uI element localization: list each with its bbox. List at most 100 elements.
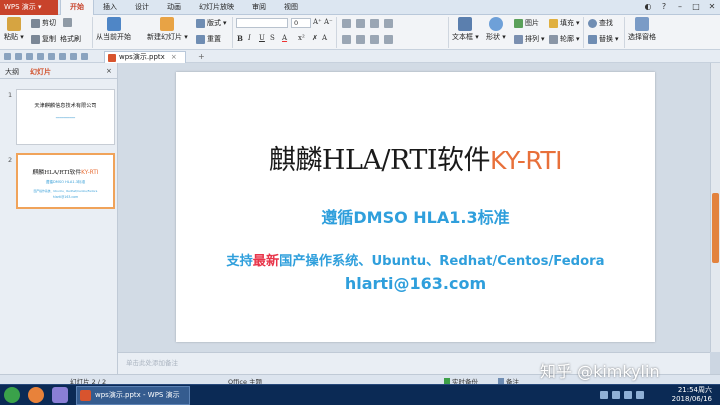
replace-button[interactable]: 替换 ▾: [588, 34, 619, 44]
start-menu-icon[interactable]: [4, 387, 20, 403]
volume-icon[interactable]: [612, 391, 620, 399]
fill-button[interactable]: 填充 ▾: [549, 18, 580, 28]
arrange-button[interactable]: 排列 ▾: [514, 34, 545, 44]
fill-icon: [549, 18, 558, 28]
open-icon[interactable]: [26, 53, 33, 60]
taskbar-wps-item[interactable]: wps演示.pptx - WPS 演示: [76, 386, 190, 405]
align-center-icon[interactable]: [356, 35, 365, 44]
cut-button[interactable]: 剪切: [31, 18, 56, 28]
bold-icon[interactable]: B: [237, 34, 243, 43]
outline-icon: [549, 34, 558, 44]
text-box-button[interactable]: 文本框 ▾: [452, 17, 479, 42]
from-current-button[interactable]: 从当前开始: [96, 17, 131, 42]
save-icon[interactable]: [37, 53, 44, 60]
redo-icon[interactable]: [81, 53, 88, 60]
font-color-icon[interactable]: A: [282, 34, 287, 42]
justify-icon[interactable]: [384, 35, 393, 44]
shape-button[interactable]: 形状 ▾: [486, 17, 506, 42]
network-icon[interactable]: [600, 391, 608, 399]
slide-thumbnail-1[interactable]: 天津麒麟信息技术有限公司 ━━━━━━━━━━: [16, 89, 115, 145]
shrink-font-icon[interactable]: A⁻: [324, 18, 333, 26]
indent-icon[interactable]: [370, 19, 379, 28]
superscript-icon[interactable]: x²: [298, 34, 305, 42]
tab-outline[interactable]: 大纲: [5, 67, 19, 77]
copy-label: 复制: [42, 35, 56, 43]
copy-button[interactable]: 复制: [31, 34, 56, 44]
align-right-icon[interactable]: [370, 35, 379, 44]
support-prefix: 支持: [226, 254, 253, 269]
tab-review[interactable]: 审阅: [243, 0, 275, 15]
tab-insert[interactable]: 插入: [94, 0, 126, 15]
support-suffix: 国产操作系统、Ubuntu、Redhat/Centos/Fedora: [279, 254, 605, 269]
close-tab-icon[interactable]: ×: [171, 53, 177, 61]
paste-icon: [6, 17, 21, 31]
battery-icon[interactable]: [636, 391, 644, 399]
line-spacing-icon[interactable]: [384, 19, 393, 28]
italic-icon[interactable]: I: [248, 34, 251, 42]
slide-thumbnail-2[interactable]: 麒麟HLA/RTI软件KY-RTI 遵循DMSO HLA1.3标准 国产操作系统…: [16, 153, 115, 209]
app-menu-button[interactable]: WPS 演示 ▾: [0, 0, 58, 15]
slide-number: 1: [8, 91, 13, 99]
browser-icon[interactable]: [28, 387, 44, 403]
new-slide-icon: [160, 17, 175, 31]
new-tab-icon[interactable]: +: [198, 51, 205, 62]
vertical-scrollbar[interactable]: [710, 63, 720, 352]
reset-button[interactable]: 重置: [196, 34, 221, 44]
wps-app-icon: [80, 390, 91, 401]
new-slide-label: 新建幻灯片: [147, 33, 182, 41]
close-icon[interactable]: ✕: [706, 1, 718, 13]
clock-time: 21:54周六: [677, 386, 712, 394]
bullets-icon[interactable]: [342, 19, 351, 28]
outline-label: 轮廓: [560, 35, 574, 43]
help-icon[interactable]: ?: [658, 1, 670, 13]
align-left-icon[interactable]: [342, 35, 351, 44]
support-highlight: 最新: [252, 254, 280, 269]
maximize-icon[interactable]: □: [690, 1, 702, 13]
new-slide-button[interactable]: 新建幻灯片 ▾: [147, 17, 188, 42]
format-painter-label-button[interactable]: 格式刷: [60, 34, 81, 44]
tab-home[interactable]: 开始: [60, 0, 94, 15]
thumb-title-accent: KY-RTI: [81, 170, 99, 176]
clock[interactable]: 21:54周六 2018/06/16: [672, 386, 712, 404]
minimize-icon[interactable]: –: [674, 1, 686, 13]
paste-button[interactable]: 粘贴 ▾: [4, 17, 24, 42]
wps-icon[interactable]: [4, 53, 11, 60]
input-method-icon[interactable]: [624, 391, 632, 399]
thumb-title: 麒麟HLA/RTI软件KY-RTI: [18, 167, 113, 176]
grow-font-icon[interactable]: A⁺: [313, 18, 322, 26]
slide-canvas[interactable]: 麒麟HLA/RTI软件KY-RTI 遵循DMSO HLA1.3标准 支持最新国产…: [176, 72, 655, 342]
picture-button[interactable]: 图片: [514, 18, 539, 28]
shadow-icon[interactable]: S: [270, 34, 275, 42]
tab-animation[interactable]: 动画: [158, 0, 190, 15]
format-painter-button[interactable]: [63, 18, 72, 27]
slide-subtitle[interactable]: 遵循DMSO HLA1.3标准: [176, 204, 655, 228]
font-size-select[interactable]: 0: [291, 18, 311, 28]
outline-button[interactable]: 轮廓 ▾: [549, 34, 580, 44]
undo-icon[interactable]: [70, 53, 77, 60]
slide-email[interactable]: hlarti@163.com: [176, 274, 655, 293]
font-name-select[interactable]: [236, 18, 288, 28]
file-manager-icon[interactable]: [52, 387, 68, 403]
tab-slideshow[interactable]: 幻灯片放映: [190, 0, 243, 15]
layout-button[interactable]: 版式 ▾: [196, 18, 227, 28]
preview-icon[interactable]: [59, 53, 66, 60]
tab-view[interactable]: 视图: [275, 0, 307, 15]
find-button[interactable]: 查找: [588, 18, 613, 28]
print-icon[interactable]: [48, 53, 55, 60]
scrollbar-thumb[interactable]: [712, 193, 719, 263]
underline-icon[interactable]: U: [259, 34, 265, 42]
tab-slides[interactable]: 幻灯片: [30, 67, 51, 77]
skin-icon[interactable]: ◐: [642, 1, 654, 13]
slide-support-line[interactable]: 支持最新国产操作系统、Ubuntu、Redhat/Centos/Fedora: [176, 250, 655, 269]
new-doc-icon[interactable]: [15, 53, 22, 60]
numbering-icon[interactable]: [356, 19, 365, 28]
slide-title[interactable]: 麒麟HLA/RTI软件KY-RTI: [176, 138, 655, 177]
selection-pane-button[interactable]: 选择窗格: [628, 17, 656, 42]
quick-access-bar: wps演示.pptx × +: [0, 50, 720, 63]
char-spacing-icon[interactable]: A: [322, 34, 327, 42]
clear-format-icon[interactable]: ✗: [312, 34, 318, 42]
tab-design[interactable]: 设计: [126, 0, 158, 15]
slide-number: 2: [8, 156, 13, 164]
close-panel-icon[interactable]: ×: [106, 67, 112, 75]
document-tab[interactable]: wps演示.pptx ×: [104, 51, 186, 63]
